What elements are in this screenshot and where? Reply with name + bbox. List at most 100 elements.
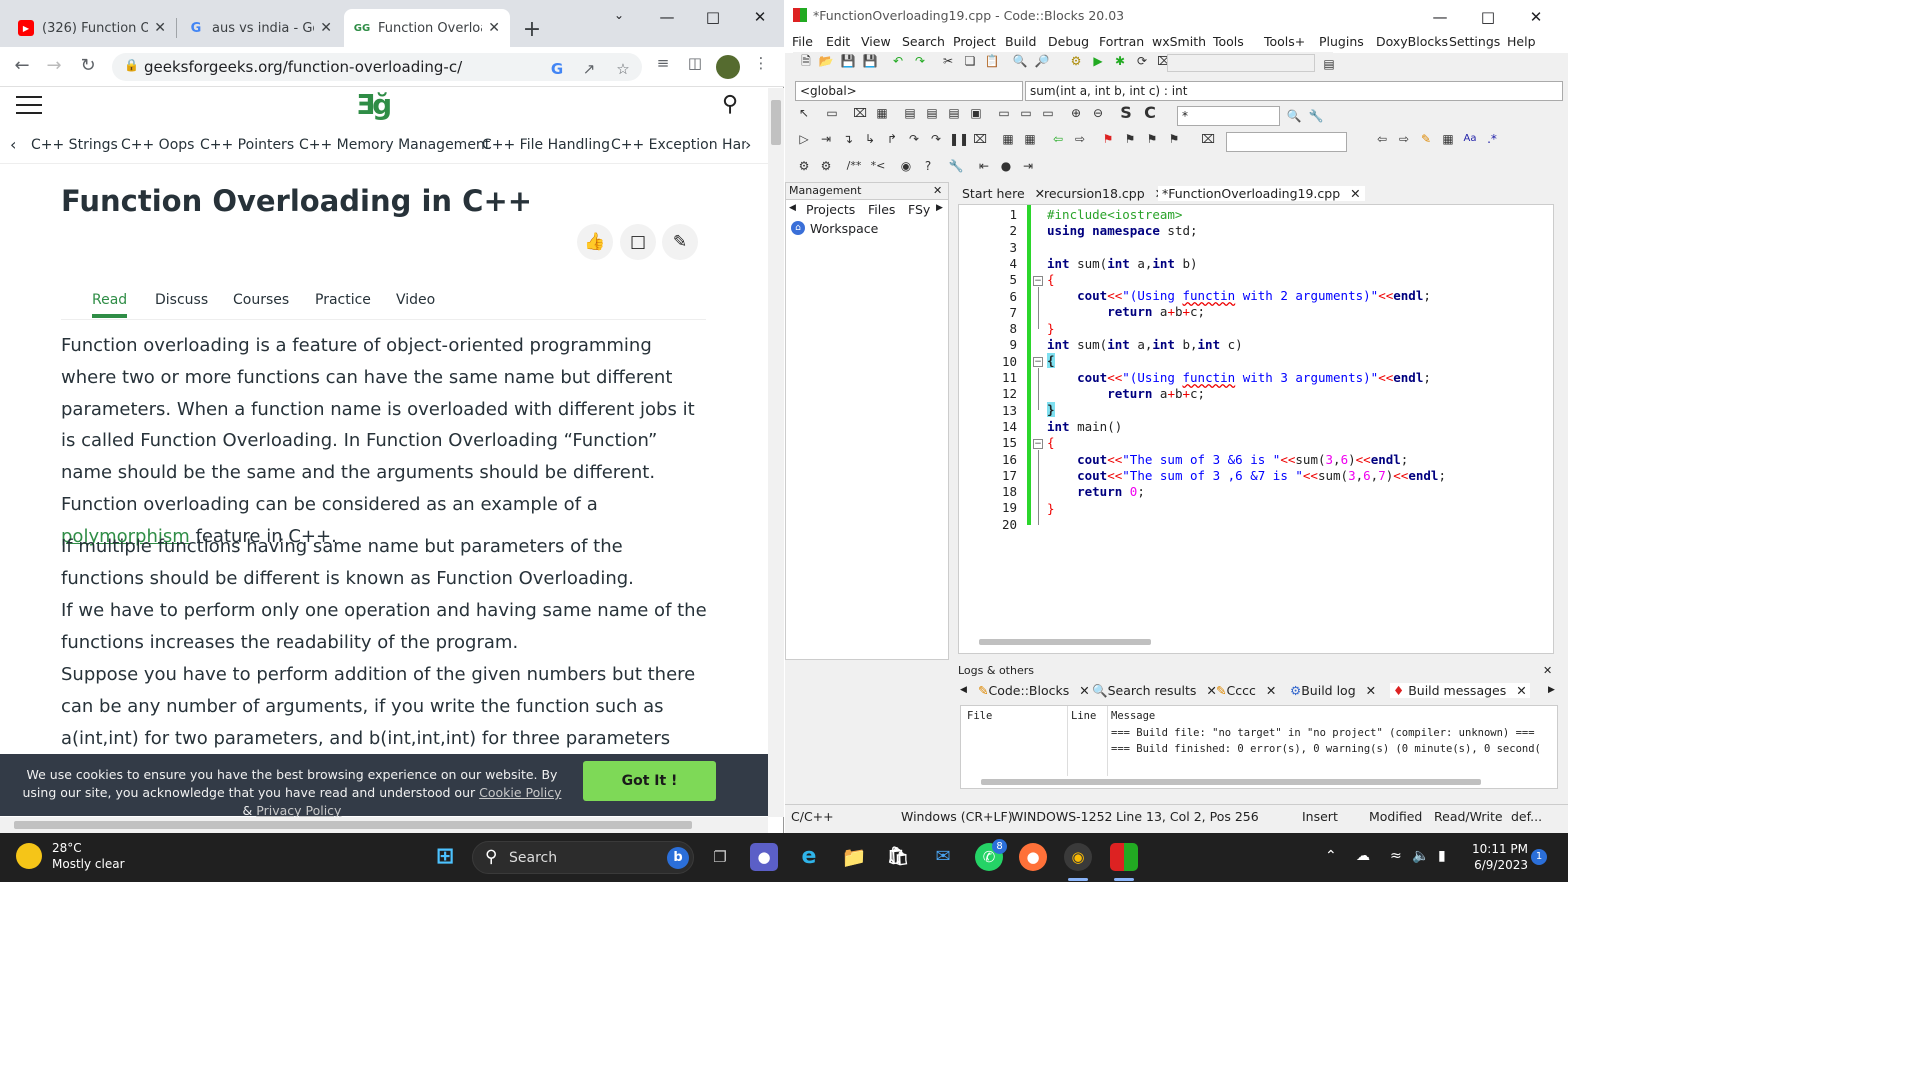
menu-help[interactable]: Help: [1507, 34, 1536, 49]
tab-scroll-right-icon[interactable]: ▶: [936, 203, 943, 213]
scroll-left-icon[interactable]: ‹: [10, 135, 16, 154]
edge-icon[interactable]: e: [795, 843, 823, 871]
menu-project[interactable]: Project: [953, 34, 996, 49]
tab-files[interactable]: Files: [868, 202, 895, 217]
show-hidden-icons[interactable]: ⌃: [1325, 848, 1337, 864]
menu-tools[interactable]: Tools: [1213, 34, 1244, 49]
symbol-combo[interactable]: sum(int a, int b, int c) : int: [1025, 81, 1563, 101]
zoom-in-icon[interactable]: ⊕: [1067, 104, 1085, 122]
google-lens-icon[interactable]: G: [546, 60, 568, 78]
edit-icon[interactable]: ✎: [662, 224, 698, 260]
editor-tab-functionoverloading[interactable]: *FunctionOverloading19.cpp ✕: [1158, 186, 1365, 201]
col-message[interactable]: Message: [1111, 710, 1155, 722]
rebuild-icon[interactable]: ⟳: [1133, 52, 1151, 70]
editor-hscroll-thumb[interactable]: [979, 639, 1151, 645]
block-icon[interactable]: ▭: [823, 104, 841, 122]
debug-windows-icon[interactable]: ▦: [999, 130, 1017, 148]
paste-icon[interactable]: 📋: [983, 52, 1001, 70]
logs-scroll-left-icon[interactable]: ◀: [960, 685, 967, 695]
volume-icon[interactable]: 🔈: [1412, 848, 1429, 864]
close-logs-icon[interactable]: ✕: [1543, 664, 1552, 677]
jump-back-icon[interactable]: ⇦: [1049, 130, 1067, 148]
search-icon[interactable]: ⚲: [722, 92, 738, 117]
fold-marker-icon[interactable]: −: [1033, 357, 1043, 367]
dot-icon[interactable]: ●: [997, 157, 1015, 175]
menu-search[interactable]: Search: [902, 34, 945, 49]
close-window-button[interactable]: ✕: [745, 8, 775, 26]
log-message[interactable]: === Build finished: 0 error(s), 0 warnin…: [1111, 743, 1541, 755]
select-all-icon[interactable]: ▤: [945, 104, 963, 122]
horizontal-scrollbar[interactable]: [0, 817, 768, 833]
loop-icon[interactable]: ▦: [873, 104, 891, 122]
pointer-icon[interactable]: ↖: [795, 104, 813, 122]
wifi-icon[interactable]: ≈: [1390, 848, 1402, 864]
share-icon[interactable]: ↗: [578, 60, 600, 78]
close-panel-icon[interactable]: ✕: [933, 184, 942, 197]
shape1-icon[interactable]: ▭: [995, 104, 1013, 122]
reading-list-icon[interactable]: ≡: [652, 54, 674, 72]
next-icon[interactable]: ⇥: [1019, 157, 1037, 175]
tab-google[interactable]: G aus vs india - Goog ✕: [178, 9, 342, 47]
debug-run-icon[interactable]: ▷: [795, 130, 813, 148]
menu-fortran[interactable]: Fortran: [1099, 34, 1144, 49]
chm-icon[interactable]: ?: [919, 157, 937, 175]
onedrive-icon[interactable]: ☁: [1356, 848, 1370, 864]
back-icon[interactable]: ←: [10, 55, 34, 76]
new-file-icon[interactable]: 🗎: [797, 52, 815, 70]
build-run-icon[interactable]: ✱: [1111, 52, 1129, 70]
teams-chat-icon[interactable]: ●: [750, 843, 778, 871]
menu-file[interactable]: File: [792, 34, 813, 49]
tab-courses[interactable]: Courses: [233, 292, 289, 308]
pause-icon[interactable]: ❚❚: [949, 130, 969, 148]
notification-badge[interactable]: 1: [1531, 849, 1547, 865]
topic-link[interactable]: C++ Pointers: [200, 137, 294, 153]
privacy-policy-link[interactable]: Privacy Policy: [256, 803, 341, 818]
code-editor[interactable]: 1 2 3 4 5 6 7 8 9 10 11 12 13 14 15 16 17 18 19 20 − − − #i…: [958, 204, 1554, 654]
got-it-button[interactable]: Got It !: [583, 761, 716, 801]
close-window-button[interactable]: ✕: [1521, 8, 1551, 26]
lock-icon[interactable]: 🔒: [124, 58, 139, 72]
start-windows-icon[interactable]: ⊞: [431, 843, 459, 871]
prev-icon[interactable]: ⇤: [975, 157, 993, 175]
zoom-out-icon[interactable]: ⊖: [1089, 104, 1107, 122]
url-text[interactable]: geeksforgeeks.org/function-overloading-c…: [144, 58, 462, 76]
topic-link[interactable]: C++ File Handling: [482, 137, 610, 153]
menu-wxsmith[interactable]: wxSmith: [1152, 34, 1206, 49]
menu-build[interactable]: Build: [1005, 34, 1036, 49]
log-hscroll-thumb[interactable]: [981, 779, 1481, 785]
fold-marker-icon[interactable]: −: [1033, 276, 1043, 286]
build-messages-list[interactable]: File Line Message === Build file: "no ta…: [960, 705, 1558, 789]
col-line[interactable]: Line: [1071, 710, 1096, 722]
minimize-button[interactable]: —: [1425, 8, 1455, 26]
side-panel-icon[interactable]: ◫: [684, 54, 706, 72]
topic-link[interactable]: C++ Memory Management: [299, 137, 490, 153]
cookie-policy-link[interactable]: Cookie Policy: [479, 785, 561, 800]
reload-icon[interactable]: ↻: [76, 55, 100, 76]
tab-discuss[interactable]: Discuss: [155, 292, 208, 308]
mail-icon[interactable]: ✉: [929, 843, 957, 871]
cut-icon[interactable]: ✂: [939, 52, 957, 70]
log-tab-cccc[interactable]: ✎Cccc ✕: [1216, 683, 1276, 698]
run-to-cursor-icon[interactable]: ⇥: [817, 130, 835, 148]
menu-doxyblocks[interactable]: DoxyBlocks: [1376, 34, 1448, 49]
close-tab-icon[interactable]: ✕: [154, 20, 166, 36]
tab-scroll-left-icon[interactable]: ◀: [789, 203, 796, 213]
nav-back-icon[interactable]: ⇦: [1373, 130, 1391, 148]
bookmark-toggle-icon[interactable]: ⚑: [1099, 130, 1117, 148]
extract-icon[interactable]: ⚙: [817, 157, 835, 175]
profile-avatar[interactable]: [716, 55, 740, 79]
next-instr-icon[interactable]: ↷: [905, 130, 923, 148]
selected-text-icon[interactable]: ▦: [1439, 130, 1457, 148]
clock[interactable]: 10:11 PM 6/9/2023: [1472, 841, 1528, 873]
copy-icon[interactable]: ❏: [961, 52, 979, 70]
next-bookmark-icon[interactable]: ⚑: [1143, 130, 1161, 148]
incremental-search-combo[interactable]: [1226, 132, 1347, 152]
task-view-icon[interactable]: ❐: [706, 843, 734, 871]
bing-icon[interactable]: b: [667, 847, 689, 869]
build-target-combo[interactable]: [1167, 54, 1315, 72]
stop-debug-icon[interactable]: ⌧: [971, 130, 989, 148]
hamburger-menu-icon[interactable]: [16, 96, 42, 114]
file-explorer-icon[interactable]: 📁: [840, 843, 868, 871]
html-icon[interactable]: ◉: [897, 157, 915, 175]
workspace-item[interactable]: ⌂ Workspace: [786, 220, 948, 240]
